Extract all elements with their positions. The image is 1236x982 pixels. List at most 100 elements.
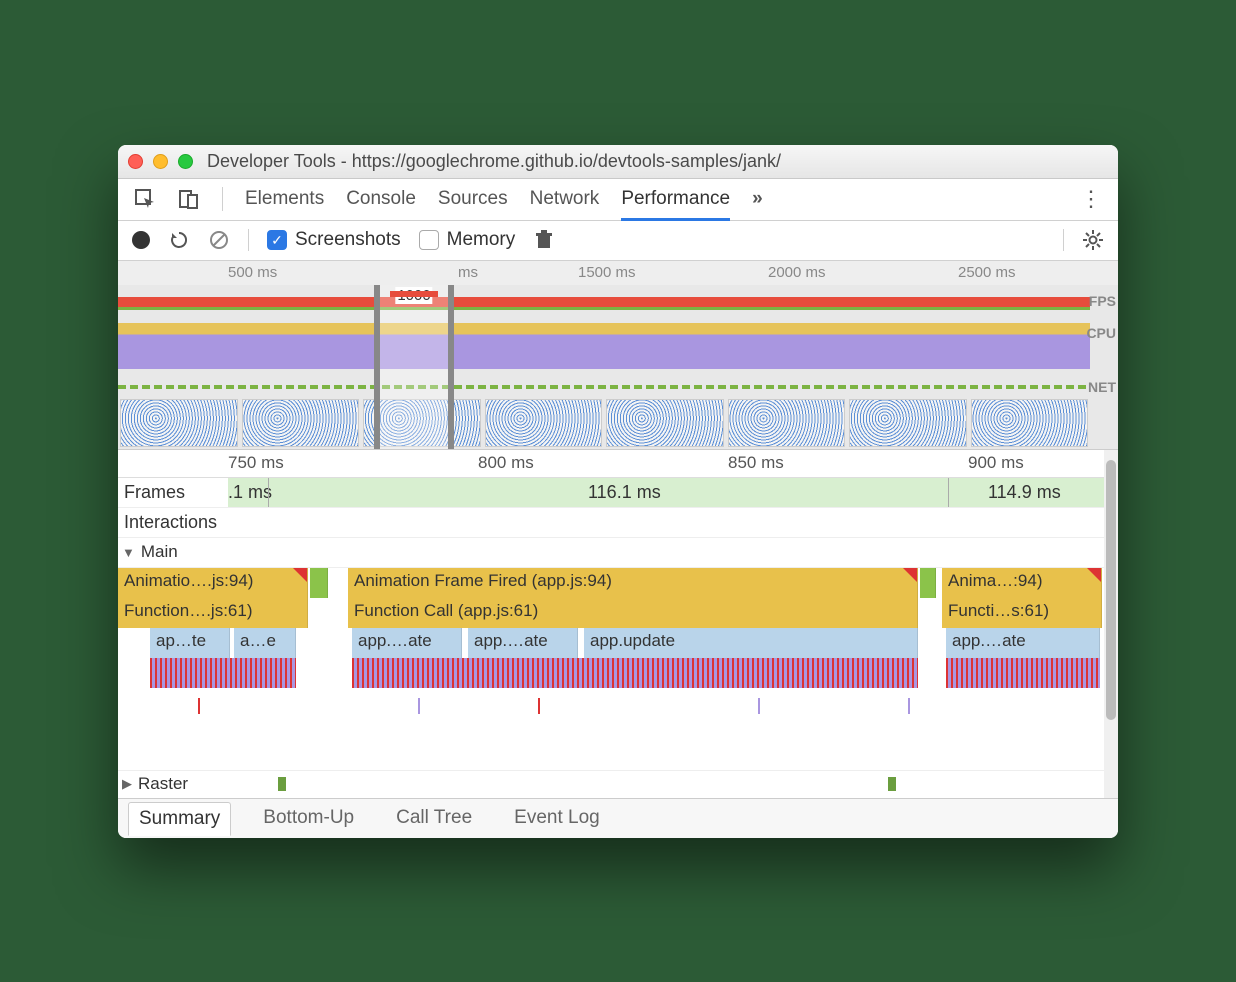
ruler-tick: 750 ms: [228, 453, 284, 473]
flame-event[interactable]: app.…ate: [468, 628, 578, 658]
overview-body[interactable]: FPS CPU NET 1000 ms: [118, 285, 1118, 449]
window-controls: [128, 154, 193, 169]
overview-selection-handle[interactable]: 1000: [374, 285, 454, 449]
settings-gear-icon[interactable]: [1082, 229, 1104, 251]
memory-label: Memory: [447, 229, 516, 251]
device-toolbar-icon[interactable]: [178, 188, 200, 210]
tab-sources[interactable]: Sources: [438, 180, 508, 218]
fps-track: [118, 297, 1090, 307]
detail-ruler[interactable]: 750 ms 800 ms 850 ms 900 ms: [118, 450, 1118, 478]
flame-event[interactable]: ap…te: [150, 628, 230, 658]
frames-track[interactable]: .1 ms 116.1 ms 114.9 ms: [228, 478, 1118, 507]
minimize-window-button[interactable]: [153, 154, 168, 169]
flamechart-pane[interactable]: 750 ms 800 ms 850 ms 900 ms Frames .1 ms…: [118, 450, 1118, 798]
performance-toolbar: ✓ Screenshots Memory: [118, 221, 1118, 261]
screenshots-label: Screenshots: [295, 229, 401, 251]
main-thread-header[interactable]: ▼ Main: [118, 538, 1118, 568]
tab-call-tree[interactable]: Call Tree: [386, 802, 482, 834]
flame-event[interactable]: [758, 698, 760, 714]
main-label: Main: [141, 542, 178, 562]
frames-row[interactable]: Frames .1 ms 116.1 ms 114.9 ms: [118, 478, 1118, 508]
flame-event[interactable]: Anima…:94): [942, 568, 1102, 598]
trash-icon[interactable]: [533, 229, 555, 251]
screenshot-thumb[interactable]: [971, 399, 1089, 447]
ruler-tick: 800 ms: [478, 453, 534, 473]
flame-event[interactable]: [352, 658, 918, 688]
memory-checkbox[interactable]: Memory: [419, 229, 516, 251]
tab-bottom-up[interactable]: Bottom-Up: [253, 802, 364, 834]
devtools-menu-icon[interactable]: ⋮: [1080, 186, 1102, 212]
raster-row[interactable]: ▶ Raster: [118, 770, 1118, 798]
flame-chart[interactable]: Animatio….js:94) Animation Frame Fired (…: [118, 568, 1118, 798]
screenshot-thumb[interactable]: [606, 399, 724, 447]
cpu-label: CPU: [1086, 325, 1116, 341]
overview-pane[interactable]: 500 ms 1500 ms 2000 ms 2500 ms FPS CPU N…: [118, 261, 1118, 450]
net-label: NET: [1088, 379, 1116, 395]
flame-event[interactable]: [310, 568, 328, 598]
flame-event[interactable]: [278, 777, 286, 791]
flame-event[interactable]: [920, 568, 936, 598]
clear-icon[interactable]: [208, 229, 230, 251]
flame-event[interactable]: [198, 698, 200, 714]
tab-performance[interactable]: Performance: [621, 180, 730, 221]
cpu-track: [118, 323, 1090, 369]
tab-summary[interactable]: Summary: [128, 802, 231, 836]
flame-event[interactable]: Function….js:61): [118, 598, 308, 628]
flame-event[interactable]: Functi…s:61): [942, 598, 1102, 628]
disclosure-triangle-right-icon[interactable]: ▶: [122, 776, 132, 792]
screenshot-thumb[interactable]: [120, 399, 238, 447]
raster-label: Raster: [138, 774, 188, 794]
screenshot-thumb[interactable]: [728, 399, 846, 447]
ruler-tick: 2000 ms: [768, 264, 826, 281]
disclosure-triangle-down-icon[interactable]: ▼: [122, 545, 135, 560]
screenshot-thumb[interactable]: [485, 399, 603, 447]
devtools-window: Developer Tools - https://googlechrome.g…: [118, 145, 1118, 838]
tab-network[interactable]: Network: [530, 180, 600, 218]
vertical-scrollbar[interactable]: [1104, 450, 1118, 798]
flame-event[interactable]: [946, 658, 1100, 688]
details-tabs: Summary Bottom-Up Call Tree Event Log: [118, 798, 1118, 838]
more-tabs-icon[interactable]: »: [752, 188, 763, 210]
inspect-element-icon[interactable]: [134, 188, 156, 210]
screenshot-thumbnails[interactable]: [118, 397, 1090, 449]
flame-event[interactable]: [538, 698, 540, 714]
screenshot-thumb[interactable]: [849, 399, 967, 447]
frame-duration: .1 ms: [228, 482, 272, 503]
flame-event[interactable]: [418, 698, 420, 714]
net-track: [118, 385, 1090, 389]
flame-event[interactable]: [150, 658, 296, 688]
ruler-tick: ms: [458, 264, 478, 281]
tab-console[interactable]: Console: [346, 180, 416, 218]
interactions-row[interactable]: Interactions: [118, 508, 1118, 538]
ruler-tick: 1500 ms: [578, 264, 636, 281]
ruler-tick: 2500 ms: [958, 264, 1016, 281]
overview-ruler[interactable]: 500 ms 1500 ms 2000 ms 2500 ms: [118, 261, 1118, 285]
zoom-window-button[interactable]: [178, 154, 193, 169]
scrollbar-thumb[interactable]: [1106, 460, 1116, 720]
ruler-tick: 500 ms: [228, 264, 277, 281]
flame-event[interactable]: Animation Frame Fired (app.js:94): [348, 568, 918, 598]
flame-event[interactable]: app.…ate: [946, 628, 1100, 658]
checkbox-unchecked-icon: [419, 230, 439, 250]
separator: [1063, 229, 1064, 251]
titlebar[interactable]: Developer Tools - https://googlechrome.g…: [118, 145, 1118, 179]
flame-event[interactable]: Function Call (app.js:61): [348, 598, 918, 628]
flame-event[interactable]: [908, 698, 910, 714]
close-window-button[interactable]: [128, 154, 143, 169]
screenshot-thumb[interactable]: [242, 399, 360, 447]
flame-event[interactable]: a…e: [234, 628, 296, 658]
flame-event[interactable]: app.update: [584, 628, 918, 658]
tab-elements[interactable]: Elements: [245, 180, 324, 218]
checkbox-checked-icon: ✓: [267, 230, 287, 250]
record-button[interactable]: [132, 231, 150, 249]
separator: [222, 187, 223, 211]
flame-event[interactable]: [888, 777, 896, 791]
flame-event[interactable]: Animatio….js:94): [118, 568, 308, 598]
separator: [248, 229, 249, 251]
reload-record-icon[interactable]: [168, 229, 190, 251]
window-title: Developer Tools - https://googlechrome.g…: [207, 151, 781, 172]
screenshots-checkbox[interactable]: ✓ Screenshots: [267, 229, 401, 251]
tab-event-log[interactable]: Event Log: [504, 802, 610, 834]
flame-event[interactable]: app.…ate: [352, 628, 462, 658]
frame-duration: 116.1 ms: [588, 482, 661, 503]
